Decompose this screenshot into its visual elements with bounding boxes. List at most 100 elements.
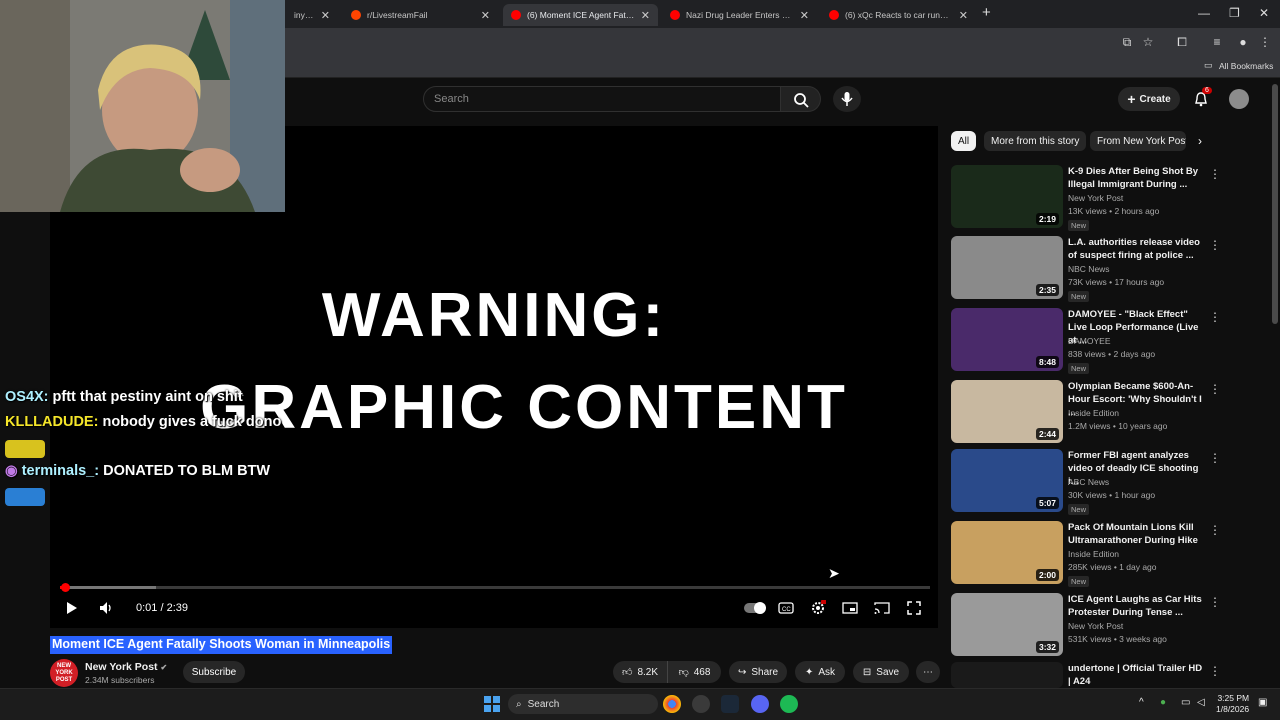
share-button[interactable]: ↪ Share (729, 661, 787, 683)
video-thumbnail[interactable]: 2:00 (951, 521, 1063, 584)
extensions-icon[interactable]: ⧠ (1175, 35, 1189, 49)
system-clock[interactable]: 3:25 PM 1/8/2026 (1216, 693, 1249, 715)
notification-center-icon[interactable]: ▣ (1258, 697, 1267, 708)
close-tab-icon[interactable]: ✕ (481, 9, 490, 22)
voice-search-button[interactable] (833, 86, 861, 112)
recommendation-item[interactable]: 2:44 Olympian Became $600-An-Hour Escort:… (951, 380, 1221, 446)
chip-more-from-this-story[interactable]: More from this story (984, 131, 1087, 151)
fullscreen-icon[interactable] (906, 600, 922, 616)
monitor-icon[interactable]: ▭ (1181, 697, 1190, 708)
more-options-icon[interactable]: ⋮ (1209, 310, 1221, 324)
recommendation-item[interactable]: 2:00 Pack Of Mountain Lions Kill Ultramar… (951, 521, 1221, 587)
app-icon[interactable] (692, 695, 710, 713)
more-options-icon[interactable]: ⋮ (1209, 523, 1221, 537)
profile-icon[interactable]: ● (1236, 35, 1250, 49)
steam-icon[interactable] (721, 695, 739, 713)
ask-button[interactable]: ✦ Ask (795, 661, 845, 683)
recommendation-channel[interactable]: ABC News (1068, 477, 1109, 487)
all-bookmarks-link[interactable]: All Bookmarks (1219, 61, 1273, 71)
taskbar-search[interactable]: ⌕ Search (508, 694, 658, 714)
close-tab-icon[interactable]: ✕ (641, 9, 650, 22)
recommendation-title[interactable]: K-9 Dies After Being Shot By Illegal Imm… (1068, 165, 1203, 191)
chip-all[interactable]: All (951, 131, 977, 151)
recommendation-item[interactable]: 5:07 Former FBI agent analyzes video of d… (951, 449, 1221, 515)
recommendation-channel[interactable]: DAMOYEE (1068, 336, 1111, 346)
chrome-icon[interactable] (663, 695, 681, 713)
restore-icon[interactable]: ❐ (1229, 6, 1240, 20)
chip-from-new-york-post[interactable]: From New York Post (1090, 131, 1186, 151)
recommendation-item[interactable]: 8:48 DAMOYEE - "Black Effect" Live Loop P… (951, 308, 1221, 374)
cast-icon[interactable] (874, 600, 890, 616)
more-options-icon[interactable]: ⋮ (1209, 664, 1221, 678)
search-input[interactable]: Search (423, 86, 781, 112)
browser-tab[interactable]: r/LivestreamFail ✕ (343, 4, 498, 26)
close-window-icon[interactable]: ✕ (1259, 6, 1269, 20)
speaker-icon[interactable]: ◁ (1197, 697, 1205, 708)
recommendation-channel[interactable]: NBC News (1068, 264, 1110, 274)
more-actions-icon[interactable]: ⋯ (916, 661, 940, 683)
recommendation-item[interactable]: undertone | Official Trailer HD | A24 ⋮ (951, 662, 1221, 688)
subscribe-button[interactable]: Subscribe (183, 661, 245, 683)
recommendation-channel[interactable]: New York Post (1068, 193, 1123, 203)
discord-icon[interactable] (751, 695, 769, 713)
recommendation-title[interactable]: Pack Of Mountain Lions Kill Ultramaratho… (1068, 521, 1203, 547)
like-button[interactable]: 👍︎ 8.2K (613, 661, 667, 683)
star-icon[interactable]: ☆ (1141, 35, 1155, 49)
chevron-right-icon[interactable]: › (1198, 134, 1202, 148)
recommendation-item[interactable]: 3:32 ICE Agent Laughs as Car Hits Protest… (951, 593, 1221, 659)
search-button[interactable] (781, 86, 821, 112)
windows-start-icon[interactable] (484, 696, 500, 717)
close-tab-icon[interactable]: ✕ (800, 9, 809, 22)
tray-chevron-up-icon[interactable]: ^ (1139, 697, 1144, 708)
video-thumbnail[interactable]: 2:44 (951, 380, 1063, 443)
minimize-icon[interactable]: — (1198, 6, 1210, 20)
autoplay-toggle[interactable] (744, 600, 766, 616)
mic-tray-icon[interactable]: ● (1160, 697, 1166, 708)
cast-icon[interactable]: ⧉ (1120, 35, 1134, 49)
miniplayer-icon[interactable] (842, 600, 858, 616)
chat-username: OS4X: (5, 389, 49, 405)
recommendation-channel[interactable]: New York Post (1068, 621, 1123, 631)
close-tab-icon[interactable]: ✕ (321, 9, 330, 22)
progress-bar[interactable] (60, 583, 930, 592)
recommendation-item[interactable]: 2:19 K-9 Dies After Being Shot By Illegal… (951, 165, 1221, 231)
spotify-icon[interactable] (780, 695, 798, 713)
recommendation-channel[interactable]: Inside Edition (1068, 549, 1119, 559)
browser-menu-icon[interactable]: ⋮ (1258, 35, 1272, 49)
video-thumbnail[interactable]: 8:48 (951, 308, 1063, 371)
scrollbar[interactable] (1272, 84, 1278, 324)
more-options-icon[interactable]: ⋮ (1209, 238, 1221, 252)
video-thumbnail[interactable]: 5:07 (951, 449, 1063, 512)
more-options-icon[interactable]: ⋮ (1209, 595, 1221, 609)
reading-list-icon[interactable]: ≡ (1210, 35, 1224, 49)
video-thumbnail[interactable]: 2:35 (951, 236, 1063, 299)
channel-name[interactable]: New York Post ✔ (85, 661, 167, 673)
browser-tab-active[interactable]: (6) Moment ICE Agent Fatally S ✕ (503, 4, 658, 26)
settings-gear-icon[interactable] (810, 600, 826, 616)
new-tab-button[interactable]: + (982, 4, 991, 21)
recommendation-title[interactable]: ICE Agent Laughs as Car Hits Protester D… (1068, 593, 1203, 619)
video-thumbnail[interactable]: 3:32 (951, 593, 1063, 656)
captions-icon[interactable]: CC (778, 600, 794, 616)
notifications-button[interactable]: 6 (1192, 87, 1212, 108)
more-options-icon[interactable]: ⋮ (1209, 167, 1221, 181)
browser-tab[interactable]: (6) xQc Reacts to car running o ✕ (821, 4, 976, 26)
more-options-icon[interactable]: ⋮ (1209, 451, 1221, 465)
close-tab-icon[interactable]: ✕ (959, 9, 968, 22)
browser-tab[interactable]: iny into !✕ (286, 4, 338, 26)
recommendation-title[interactable]: L.A. authorities release video of suspec… (1068, 236, 1203, 262)
dislike-button[interactable]: 👎︎ 468 (667, 661, 721, 683)
create-button[interactable]: + Create (1118, 87, 1180, 111)
video-thumbnail[interactable]: 2:19 (951, 165, 1063, 228)
volume-button[interactable] (98, 600, 114, 616)
save-button[interactable]: ⊟ Save (853, 661, 909, 683)
browser-tab[interactable]: Nazi Drug Leader Enters Gunfig✕ (662, 4, 817, 26)
recommendation-item[interactable]: 2:35 L.A. authorities release video of su… (951, 236, 1221, 302)
avatar[interactable] (1229, 89, 1249, 109)
video-thumbnail[interactable] (951, 662, 1063, 688)
channel-avatar[interactable]: NEW YORK POST (50, 659, 78, 687)
recommendation-title[interactable]: undertone | Official Trailer HD | A24 (1068, 662, 1203, 688)
recommendation-channel[interactable]: Inside Edition (1068, 408, 1119, 418)
play-button[interactable] (64, 600, 78, 616)
more-options-icon[interactable]: ⋮ (1209, 382, 1221, 396)
